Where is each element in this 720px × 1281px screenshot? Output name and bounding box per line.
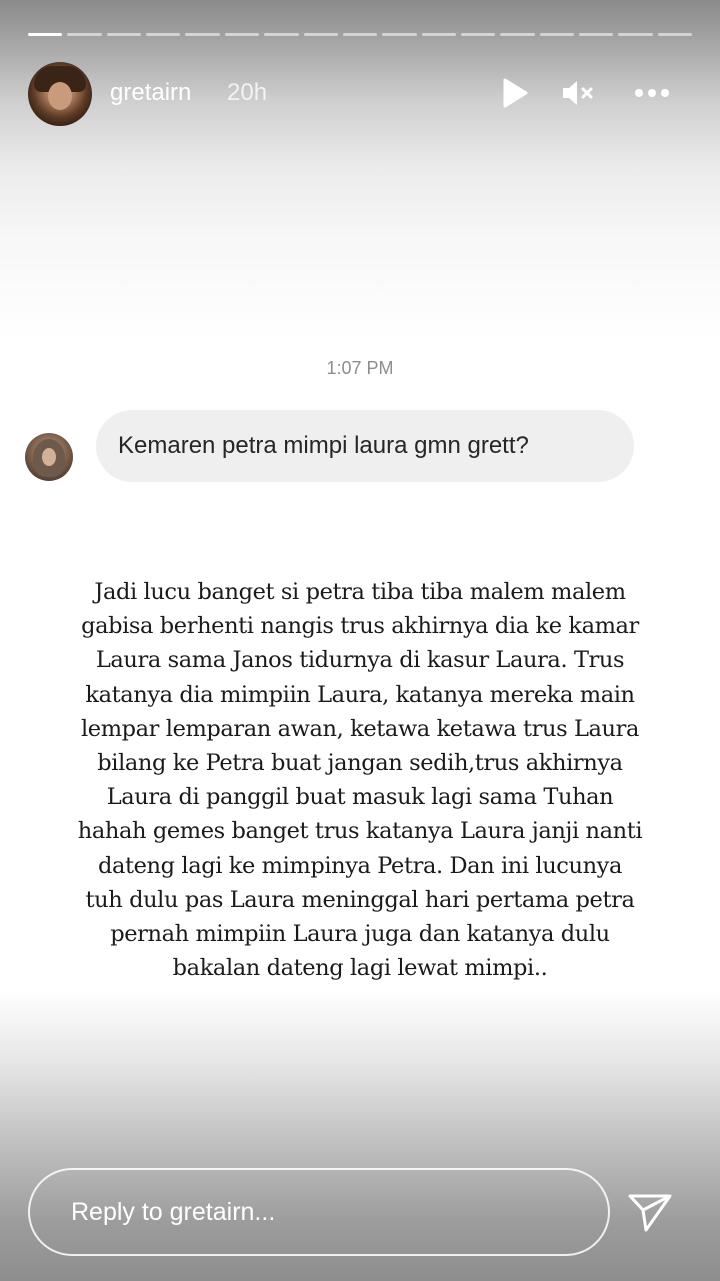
progress-segment — [28, 33, 63, 36]
progress-segment — [264, 33, 299, 36]
avatar-face — [48, 82, 72, 110]
caption-line: Laura di panggil buat masuk lagi sama Tu… — [106, 784, 614, 811]
top-gradient — [0, 0, 720, 340]
mute-button[interactable] — [561, 76, 595, 110]
caption-line: pernah mimpiin Laura juga dan katanya du… — [110, 920, 610, 947]
caption-line: Laura sama Janos tidurnya di kasur Laura… — [95, 647, 625, 674]
progress-segment — [185, 33, 220, 36]
progress-segment — [539, 33, 575, 36]
play-icon — [503, 78, 528, 108]
send-button[interactable] — [626, 1188, 674, 1236]
caption-line: katanya dia mimpiin Laura, katanya merek… — [85, 681, 635, 708]
caption-line: bilang ke Petra buat jangan sedih,trus a… — [97, 749, 623, 776]
caption-line: tuh dulu pas Laura meninggal hari pertam… — [85, 886, 635, 913]
play-button[interactable] — [498, 76, 532, 110]
story-progress-bar — [28, 33, 693, 37]
caption-lines: Jadi lucu banget si petra tiba tiba male… — [40, 575, 680, 985]
story-header: gretairn 20h — [28, 62, 692, 128]
caption-line: gabisa berhenti nangis trus akhirnya dia… — [81, 613, 639, 640]
reply-input[interactable]: Reply to gretairn... — [28, 1168, 610, 1256]
message-bubble: Kemaren petra mimpi laura gmn grett? — [96, 410, 634, 482]
caption-line: hahah gemes banget trus katanya Laura ja… — [77, 818, 643, 845]
progress-segment — [579, 33, 614, 36]
progress-segment — [382, 33, 417, 36]
progress-segment — [106, 33, 142, 36]
username[interactable]: gretairn — [110, 79, 191, 107]
progress-segment — [146, 33, 181, 36]
more-icon — [635, 89, 669, 97]
progress-segment — [421, 33, 456, 36]
story-caption: Jadi lucu banget si petra tiba tiba male… — [30, 575, 690, 993]
friend-avatar — [25, 433, 73, 481]
progress-segment — [460, 33, 496, 36]
progress-segment — [342, 33, 378, 36]
more-options-button[interactable] — [632, 76, 672, 110]
friend-avatar-face — [42, 448, 56, 466]
caption-line: lempar lemparan awan, ketawa ketawa trus… — [81, 715, 639, 742]
avatar[interactable] — [28, 62, 92, 126]
progress-segment — [500, 33, 535, 36]
post-time: 20h — [227, 79, 268, 106]
progress-segment — [303, 33, 338, 36]
progress-segment — [67, 33, 102, 36]
progress-segment — [224, 33, 260, 36]
progress-segment — [657, 33, 693, 36]
caption-line: bakalan dateng lagi lewat mimpi.. — [172, 955, 548, 982]
caption-line: Jadi lucu banget si petra tiba tiba male… — [94, 579, 626, 605]
caption-line: dateng lagi ke mimpinya Petra. Dan ini l… — [97, 852, 622, 879]
send-icon — [628, 1194, 672, 1232]
speaker-muted-icon — [563, 81, 593, 105]
progress-segment — [618, 33, 653, 36]
message-timestamp: 1:07 PM — [326, 358, 394, 378]
